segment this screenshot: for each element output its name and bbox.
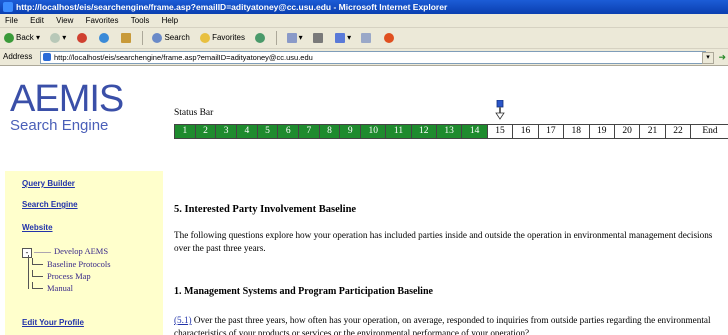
question-paragraph: (5.1) Over the past three years, how oft… [174,314,724,335]
website-link[interactable]: Website [22,223,53,232]
query-builder-link[interactable]: Query Builder [22,179,75,188]
status-cell-6[interactable]: 6 [277,124,300,139]
status-cell-18[interactable]: 18 [563,124,590,139]
status-cell-9[interactable]: 9 [339,124,362,139]
browser-window: http://localhost/eis/searchengine/frame.… [0,0,728,335]
home-button[interactable] [117,28,137,48]
mail-icon [286,32,297,43]
window-title: http://localhost/eis/searchengine/frame.… [16,2,448,12]
tree-item-manual[interactable]: Manual [32,282,73,293]
refresh-icon [98,32,109,43]
current-position-marker-icon [495,100,505,120]
status-cell-8[interactable]: 8 [318,124,341,139]
toolbar-separator [276,30,278,45]
refresh-button[interactable] [95,28,115,48]
menu-bar: File Edit View Favorites Tools Help [0,14,728,28]
search-icon [152,32,163,43]
status-cell-3[interactable]: 3 [215,124,238,139]
logo-title: AEMIS [10,78,124,120]
question-text: Over the past three years, how often has… [174,315,711,335]
home-icon [121,32,131,43]
status-cell-2[interactable]: 2 [194,124,217,139]
address-dropdown-icon[interactable]: ▾ [702,52,714,64]
sidebar-frame: AEMIS Search Engine Query Builder Search… [0,66,163,335]
tree-collapse-icon[interactable]: - [22,248,32,258]
address-label: Address [3,52,33,61]
forward-button[interactable]: ▾ [46,28,70,48]
menu-help[interactable]: Help [157,14,183,27]
search-button[interactable]: Search [148,28,193,48]
forward-arrow-icon [50,32,61,43]
status-cell-4[interactable]: 4 [236,124,258,139]
edit-icon [335,32,346,43]
discuss-button[interactable] [357,28,377,48]
tree-root-develop-aems[interactable]: - —— Develop AEMS [22,246,108,258]
menu-favorites[interactable]: Favorites [81,14,124,27]
aemis-logo: AEMIS Search Engine [10,78,124,134]
print-icon [312,32,323,43]
status-cell-13[interactable]: 13 [435,124,463,139]
status-progress-strip: 1 2 3 4 5 6 7 8 9 10 11 12 13 14 15 16 17 18 19 20 21 22 End [174,124,728,139]
status-cell-1[interactable]: 1 [174,124,196,139]
status-cell-19[interactable]: 19 [588,124,615,139]
print-button[interactable] [309,28,329,48]
status-cell-16[interactable]: 16 [512,124,539,139]
stop-icon [76,32,87,43]
content-frame: Status Bar 1 2 3 4 5 6 7 8 9 10 11 12 13 14 15 16 17 18 19… [163,66,728,335]
menu-view[interactable]: View [51,14,78,27]
logo-subtitle: Search Engine [10,117,109,134]
status-cell-11[interactable]: 11 [385,124,412,139]
mail-button[interactable]: ▾ [283,28,307,48]
back-button[interactable]: Back ▾ [0,28,44,48]
status-cell-22[interactable]: 22 [664,124,692,139]
status-cell-10[interactable]: 10 [360,124,387,139]
status-cell-12[interactable]: 12 [410,124,437,139]
star-icon [200,32,211,43]
ie-icon [3,2,13,12]
messenger-button[interactable] [380,28,400,48]
section-heading: 5. Interested Party Involvement Baseline [174,204,357,215]
menu-tools[interactable]: Tools [126,14,155,27]
tree-item-process-map[interactable]: Process Map [32,270,91,281]
section-intro: The following questions explore how your… [174,230,713,253]
menu-edit[interactable]: Edit [25,14,49,27]
status-cell-15[interactable]: 15 [486,124,514,139]
go-arrow-icon[interactable]: ➜ [718,52,726,63]
tree-line [28,255,29,289]
history-button[interactable] [251,28,271,48]
discuss-icon [361,32,372,43]
status-bar-label: Status Bar [174,108,214,118]
back-arrow-icon [4,32,14,43]
status-cell-20[interactable]: 20 [613,124,641,139]
messenger-icon [383,32,394,43]
status-cell-21[interactable]: 21 [639,124,666,139]
status-cell-14[interactable]: 14 [461,124,488,139]
search-engine-link[interactable]: Search Engine [22,200,78,209]
history-icon [255,32,266,43]
tree-item-baseline-protocols[interactable]: Baseline Protocols [32,258,111,269]
address-input[interactable]: http://localhost/eis/searchengine/frame.… [40,51,706,64]
edit-button[interactable]: ▾ [331,28,355,48]
status-cell-17[interactable]: 17 [537,124,565,139]
toolbar-separator [142,30,144,45]
toolbar: Back ▾ ▾ Search Favorites ▾ ▾ [0,28,728,49]
address-bar: Address http://localhost/eis/searchengin… [0,49,728,66]
favorites-button[interactable]: Favorites [196,28,249,48]
status-cell-7[interactable]: 7 [298,124,320,139]
stop-button[interactable] [73,28,93,48]
address-url: http://localhost/eis/searchengine/frame.… [54,53,313,62]
status-cell-end[interactable]: End [690,124,728,139]
title-bar: http://localhost/eis/searchengine/frame.… [0,0,728,14]
edit-profile-link[interactable]: Edit Your Profile [22,318,84,327]
page-icon [43,53,51,61]
subsection-heading: 1. Management Systems and Program Partic… [174,286,433,297]
menu-file[interactable]: File [0,14,23,27]
status-cell-5[interactable]: 5 [256,124,279,139]
question-ref-link[interactable]: (5.1) [174,315,192,325]
